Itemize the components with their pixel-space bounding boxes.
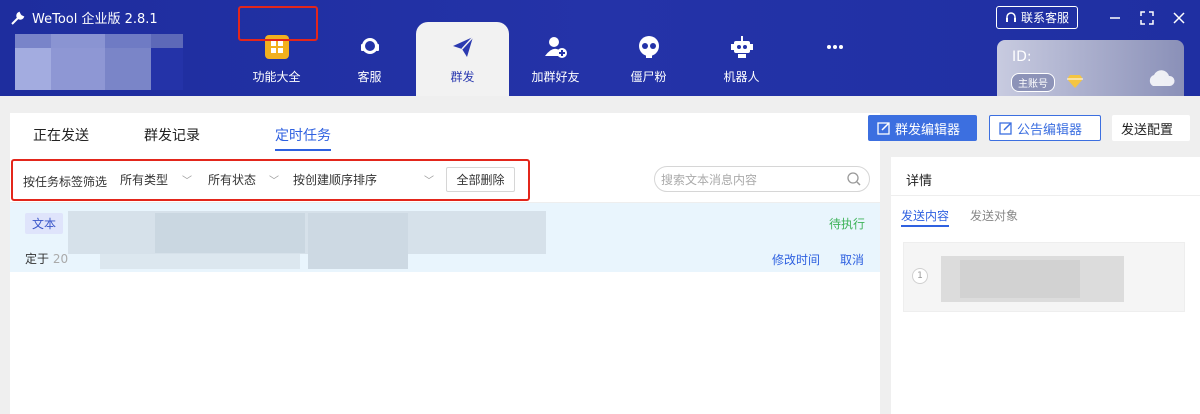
paper-plane-icon: [450, 34, 476, 60]
nav-label: 群发: [450, 70, 475, 84]
blurred-content: [155, 213, 305, 253]
sort-select[interactable]: 按创建顺序排序 ﹀: [289, 167, 439, 192]
nav-label: 加群好友: [531, 70, 580, 84]
search-input[interactable]: 搜索文本消息内容: [654, 166, 870, 192]
tab-scheduled[interactable]: 定时任务: [223, 113, 351, 155]
divider: [891, 195, 1200, 196]
send-config-label: 发送配置: [1121, 122, 1174, 138]
notice-editor-label: 公告编辑器: [1017, 122, 1083, 138]
blurred-content: [960, 260, 1080, 298]
more-icon: [822, 34, 848, 60]
nav-label: 功能大全: [252, 70, 301, 84]
grid-icon: [264, 34, 290, 60]
tab-label: 群发记录: [144, 128, 200, 144]
nav-item-zombie-fans[interactable]: 僵尸粉: [602, 22, 695, 96]
nav-item-features[interactable]: 功能大全: [230, 22, 323, 96]
schedule-date: 20: [52, 252, 69, 266]
edit-icon: [999, 122, 1012, 135]
nav-label: 客服: [357, 70, 382, 84]
account-role-badge: 主账号: [1011, 73, 1055, 92]
detail-title: 详情: [906, 174, 933, 189]
minimize-icon[interactable]: [1108, 11, 1122, 25]
message-type-tag: 文本: [25, 213, 64, 234]
type-select[interactable]: 所有类型 ﹀: [116, 167, 197, 192]
support-label: 联系客服: [1020, 11, 1069, 25]
blurred-content: [68, 211, 546, 254]
search-placeholder: 搜索文本消息内容: [661, 172, 758, 187]
search-icon: [847, 172, 861, 186]
wrench-icon: [11, 11, 25, 25]
status-select[interactable]: 所有状态 ﹀: [204, 167, 284, 192]
nav-item-add-friends[interactable]: 加群好友: [509, 22, 602, 96]
avatar[interactable]: [15, 34, 183, 90]
nav-item-robot[interactable]: 机器人: [695, 22, 788, 96]
chevron-down-icon: ﹀: [269, 176, 279, 187]
diamond-icon: [1067, 75, 1083, 88]
close-icon[interactable]: [1172, 11, 1186, 25]
tag-filter-label[interactable]: 按任务标签筛选: [23, 173, 107, 190]
notice-editor-button[interactable]: 公告编辑器: [989, 115, 1101, 141]
tab-send-content[interactable]: 发送内容: [901, 207, 950, 227]
skull-icon: [636, 34, 662, 60]
sort-select-value: 按创建顺序排序: [293, 173, 378, 187]
maximize-icon[interactable]: [1140, 10, 1154, 25]
send-config-button[interactable]: 发送配置: [1112, 115, 1190, 141]
account-card[interactable]: ID: 主账号: [997, 40, 1184, 96]
delete-all-button[interactable]: 全部删除: [446, 167, 515, 192]
cancel-link[interactable]: 取消: [840, 251, 864, 268]
edit-icon: [877, 122, 890, 135]
add-user-icon: [543, 34, 569, 60]
tab-label: 定时任务: [275, 128, 331, 144]
editor-label: 群发编辑器: [895, 122, 961, 138]
headset-icon: [1005, 11, 1016, 22]
delete-all-label: 全部删除: [456, 173, 505, 187]
dtab-label: 发送对象: [970, 209, 1019, 223]
item-number: 1: [912, 268, 928, 284]
schedule-prefix: 定于: [25, 252, 50, 266]
schedule-text: 定于 20: [25, 250, 68, 267]
task-status: 待执行: [829, 217, 866, 231]
edit-time-link[interactable]: 修改时间: [772, 251, 820, 268]
status-select-value: 所有状态: [208, 173, 257, 187]
tab-underline: [275, 149, 331, 151]
robot-icon: [729, 34, 755, 60]
blurred-content: [100, 254, 300, 269]
headset-icon: [357, 34, 383, 60]
nav-label: 机器人: [723, 70, 760, 84]
app-title-text: WeTool 企业版 2.8.1: [32, 12, 158, 27]
chevron-down-icon: ﹀: [424, 176, 434, 187]
chevron-down-icon: ﹀: [182, 176, 192, 187]
tab-send-targets[interactable]: 发送对象: [970, 207, 1018, 224]
contact-support-button[interactable]: 联系客服: [995, 6, 1078, 29]
blurred-content: [308, 213, 408, 269]
tab-sending[interactable]: 正在发送: [10, 113, 112, 155]
app-title: WeTool 企业版 2.8.1: [10, 8, 158, 27]
account-id-label: ID:: [1012, 49, 1032, 65]
task-tabs: 正在发送 群发记录 定时任务: [10, 113, 351, 155]
nav-item-mass-send[interactable]: 群发: [416, 22, 509, 96]
cloud-icon: [1149, 70, 1175, 86]
tab-underline: [901, 225, 950, 227]
nav-item-service[interactable]: 客服: [323, 22, 416, 96]
mass-send-editor-button[interactable]: 群发编辑器: [868, 115, 977, 141]
main-nav: 功能大全 客服 群发 加群好友 僵尸粉 机器人: [230, 22, 881, 96]
window-controls: 联系客服: [995, 6, 1186, 29]
tab-label: 正在发送: [33, 128, 89, 144]
nav-item-more[interactable]: [788, 22, 881, 96]
dtab-label: 发送内容: [901, 209, 950, 223]
tab-history[interactable]: 群发记录: [112, 113, 223, 155]
type-select-value: 所有类型: [120, 173, 169, 187]
nav-label: 僵尸粉: [630, 70, 667, 84]
